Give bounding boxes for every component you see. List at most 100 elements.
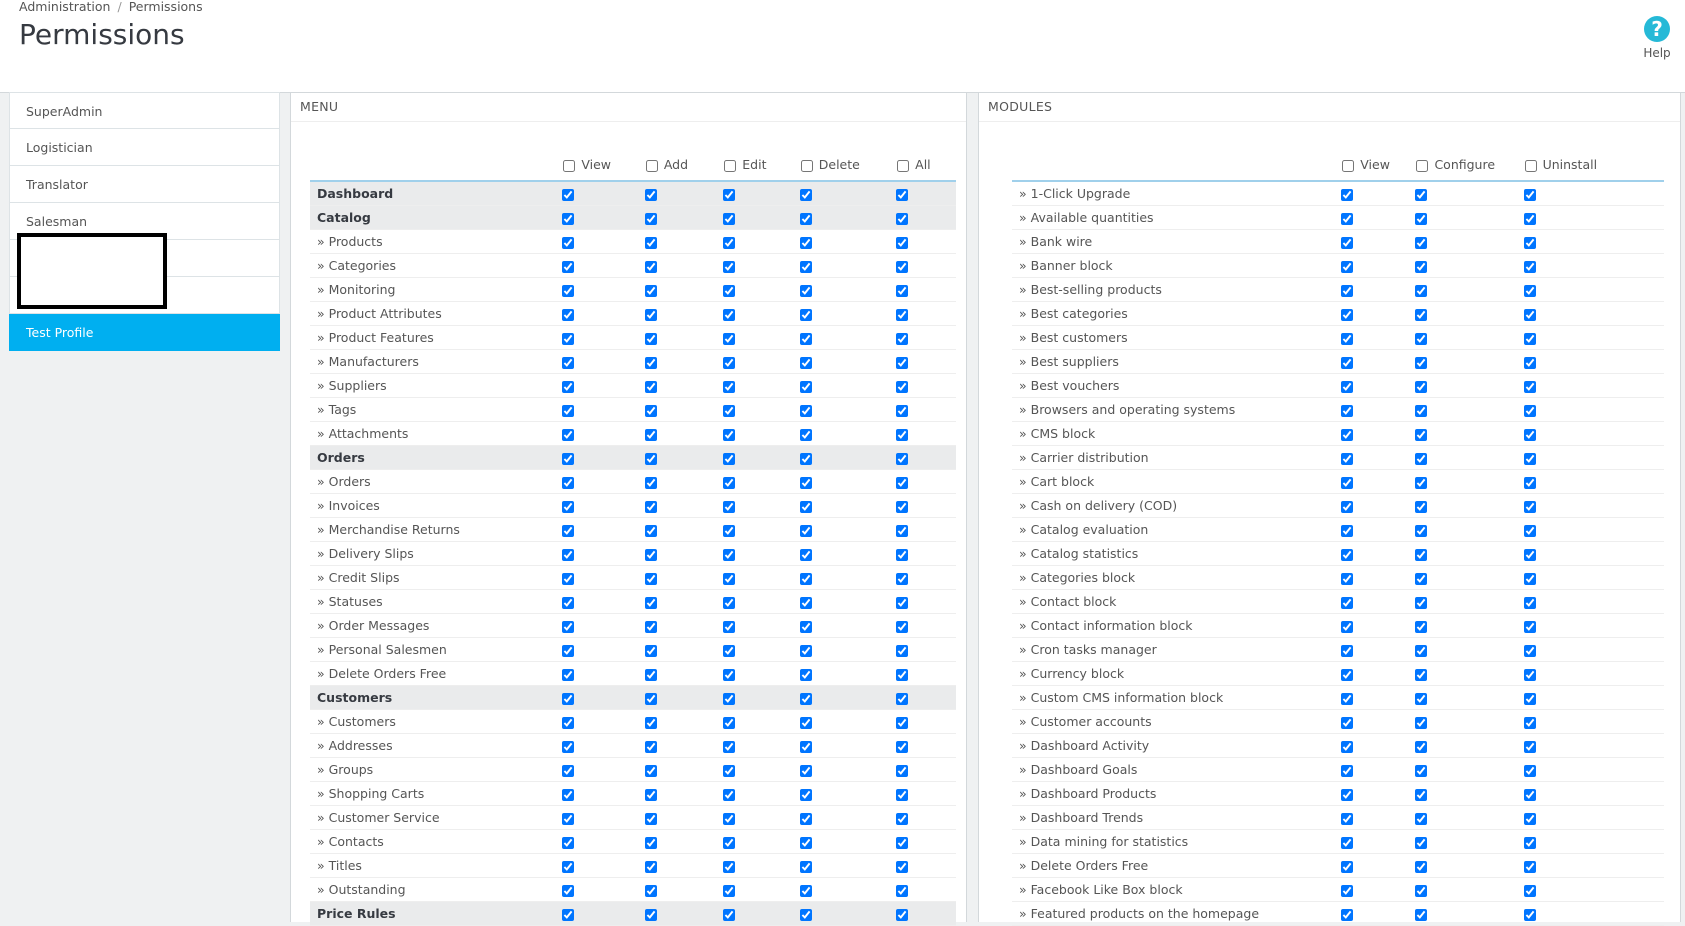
menu-view-checkbox[interactable] xyxy=(562,500,575,513)
menu-view-checkbox[interactable] xyxy=(562,812,575,825)
module-configure-checkbox[interactable] xyxy=(1415,356,1428,369)
module-configure-checkbox[interactable] xyxy=(1415,308,1428,321)
menu-delete-checkbox[interactable] xyxy=(799,308,812,321)
module-view-checkbox[interactable] xyxy=(1341,308,1354,321)
menu-delete-checkbox[interactable] xyxy=(799,404,812,417)
menu-all-checkbox[interactable] xyxy=(896,236,909,249)
menu-select-all-edit-checkbox[interactable] xyxy=(724,159,737,172)
menu-view-checkbox[interactable] xyxy=(562,236,575,249)
module-view-checkbox[interactable] xyxy=(1341,332,1354,345)
module-configure-checkbox[interactable] xyxy=(1415,860,1428,873)
module-uninstall-checkbox[interactable] xyxy=(1523,500,1536,513)
module-view-checkbox[interactable] xyxy=(1341,524,1354,537)
menu-delete-checkbox[interactable] xyxy=(799,692,812,705)
profile-item[interactable]: Test Profile xyxy=(9,314,280,351)
menu-delete-checkbox[interactable] xyxy=(799,236,812,249)
menu-all-checkbox[interactable] xyxy=(896,524,909,537)
menu-all-checkbox[interactable] xyxy=(896,284,909,297)
module-uninstall-checkbox[interactable] xyxy=(1523,860,1536,873)
menu-all-checkbox[interactable] xyxy=(896,764,909,777)
help-button[interactable]: ? Help xyxy=(1637,16,1677,60)
menu-add-checkbox[interactable] xyxy=(644,836,657,849)
menu-add-checkbox[interactable] xyxy=(644,860,657,873)
menu-edit-checkbox[interactable] xyxy=(723,476,736,489)
module-view-checkbox[interactable] xyxy=(1341,212,1354,225)
module-uninstall-checkbox[interactable] xyxy=(1523,572,1536,585)
menu-add-checkbox[interactable] xyxy=(644,908,657,921)
menu-delete-checkbox[interactable] xyxy=(799,716,812,729)
menu-view-checkbox[interactable] xyxy=(562,884,575,897)
menu-all-checkbox[interactable] xyxy=(896,212,909,225)
menu-delete-checkbox[interactable] xyxy=(799,452,812,465)
module-uninstall-checkbox[interactable] xyxy=(1523,404,1536,417)
module-uninstall-checkbox[interactable] xyxy=(1523,524,1536,537)
module-view-checkbox[interactable] xyxy=(1341,836,1354,849)
menu-all-checkbox[interactable] xyxy=(896,788,909,801)
menu-delete-checkbox[interactable] xyxy=(799,596,812,609)
menu-view-checkbox[interactable] xyxy=(562,476,575,489)
menu-edit-checkbox[interactable] xyxy=(723,788,736,801)
module-view-checkbox[interactable] xyxy=(1341,356,1354,369)
menu-view-checkbox[interactable] xyxy=(562,356,575,369)
profile-item[interactable]: SuperAdmin xyxy=(9,92,280,129)
menu-view-checkbox[interactable] xyxy=(562,332,575,345)
module-configure-checkbox[interactable] xyxy=(1415,236,1428,249)
menu-edit-checkbox[interactable] xyxy=(723,260,736,273)
menu-all-checkbox[interactable] xyxy=(896,860,909,873)
menu-add-checkbox[interactable] xyxy=(644,428,657,441)
menu-edit-checkbox[interactable] xyxy=(723,428,736,441)
menu-edit-checkbox[interactable] xyxy=(723,332,736,345)
menu-add-checkbox[interactable] xyxy=(644,284,657,297)
menu-view-checkbox[interactable] xyxy=(562,212,575,225)
menu-delete-checkbox[interactable] xyxy=(799,188,812,201)
menu-delete-checkbox[interactable] xyxy=(799,884,812,897)
menu-add-checkbox[interactable] xyxy=(644,356,657,369)
menu-all-checkbox[interactable] xyxy=(896,836,909,849)
module-uninstall-checkbox[interactable] xyxy=(1523,188,1536,201)
module-configure-checkbox[interactable] xyxy=(1415,548,1428,561)
menu-add-checkbox[interactable] xyxy=(644,212,657,225)
menu-view-checkbox[interactable] xyxy=(562,716,575,729)
menu-delete-checkbox[interactable] xyxy=(799,260,812,273)
module-view-checkbox[interactable] xyxy=(1341,764,1354,777)
profile-item[interactable]: Translator xyxy=(9,166,280,203)
menu-delete-checkbox[interactable] xyxy=(799,380,812,393)
menu-delete-checkbox[interactable] xyxy=(799,572,812,585)
module-view-checkbox[interactable] xyxy=(1341,572,1354,585)
menu-all-checkbox[interactable] xyxy=(896,572,909,585)
menu-all-checkbox[interactable] xyxy=(896,692,909,705)
module-uninstall-checkbox[interactable] xyxy=(1523,620,1536,633)
menu-add-checkbox[interactable] xyxy=(644,380,657,393)
module-uninstall-checkbox[interactable] xyxy=(1523,740,1536,753)
modules-select-all-configure-checkbox[interactable] xyxy=(1416,159,1429,172)
menu-view-checkbox[interactable] xyxy=(562,284,575,297)
menu-add-checkbox[interactable] xyxy=(644,500,657,513)
menu-all-checkbox[interactable] xyxy=(896,452,909,465)
menu-view-checkbox[interactable] xyxy=(562,860,575,873)
module-uninstall-checkbox[interactable] xyxy=(1523,212,1536,225)
menu-view-checkbox[interactable] xyxy=(562,428,575,441)
menu-edit-checkbox[interactable] xyxy=(723,764,736,777)
menu-edit-checkbox[interactable] xyxy=(723,404,736,417)
menu-add-checkbox[interactable] xyxy=(644,716,657,729)
menu-edit-checkbox[interactable] xyxy=(723,548,736,561)
module-configure-checkbox[interactable] xyxy=(1415,500,1428,513)
module-configure-checkbox[interactable] xyxy=(1415,476,1428,489)
menu-edit-checkbox[interactable] xyxy=(723,692,736,705)
menu-add-checkbox[interactable] xyxy=(644,524,657,537)
module-uninstall-checkbox[interactable] xyxy=(1523,644,1536,657)
menu-add-checkbox[interactable] xyxy=(644,572,657,585)
menu-view-checkbox[interactable] xyxy=(562,908,575,921)
module-uninstall-checkbox[interactable] xyxy=(1523,260,1536,273)
module-uninstall-checkbox[interactable] xyxy=(1523,428,1536,441)
menu-delete-checkbox[interactable] xyxy=(799,668,812,681)
menu-all-checkbox[interactable] xyxy=(896,500,909,513)
menu-delete-checkbox[interactable] xyxy=(799,356,812,369)
module-uninstall-checkbox[interactable] xyxy=(1523,380,1536,393)
menu-view-checkbox[interactable] xyxy=(562,452,575,465)
module-configure-checkbox[interactable] xyxy=(1415,284,1428,297)
menu-edit-checkbox[interactable] xyxy=(723,716,736,729)
module-configure-checkbox[interactable] xyxy=(1415,740,1428,753)
menu-all-checkbox[interactable] xyxy=(896,428,909,441)
menu-edit-checkbox[interactable] xyxy=(723,500,736,513)
